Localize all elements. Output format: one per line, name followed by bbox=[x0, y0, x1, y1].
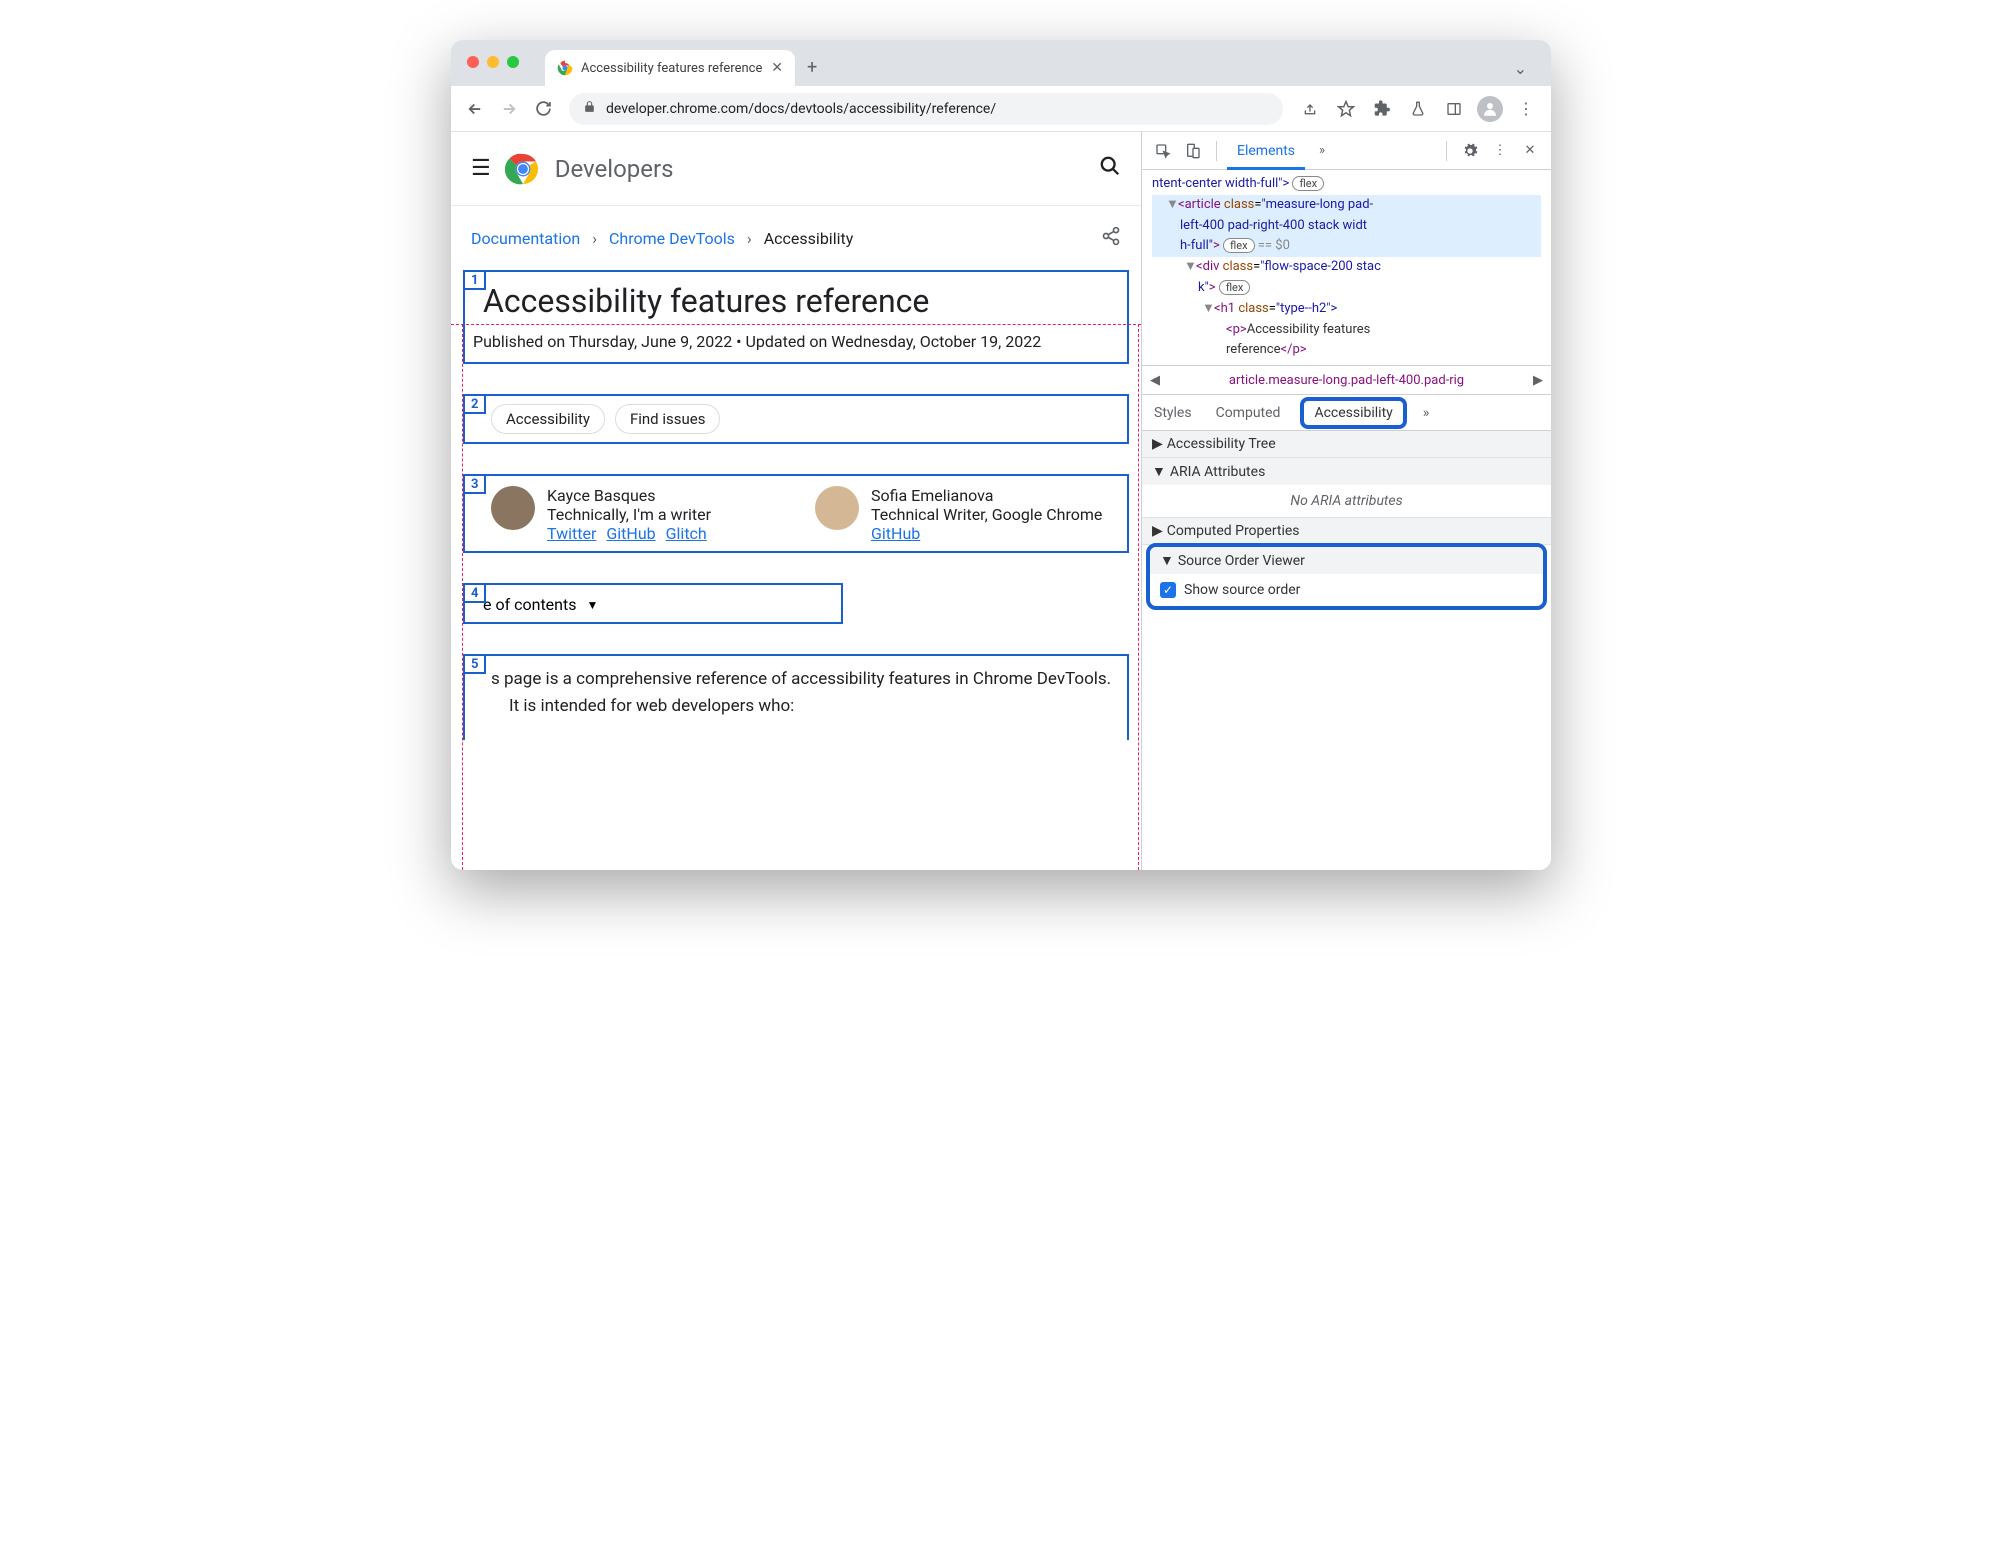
more-subtabs-icon[interactable]: » bbox=[1423, 405, 1430, 421]
source-order-viewer-highlight: ▼Source Order Viewer ✓ Show source order bbox=[1146, 543, 1547, 610]
checkbox-checked-icon[interactable]: ✓ bbox=[1160, 582, 1176, 598]
close-devtools-icon[interactable]: ✕ bbox=[1517, 138, 1543, 164]
author-role: Technically, I'm a writer bbox=[547, 505, 711, 524]
address-bar: developer.chrome.com/docs/devtools/acces… bbox=[451, 86, 1551, 132]
author-link[interactable]: GitHub bbox=[871, 524, 920, 543]
section-computed-properties[interactable]: ▶Computed Properties bbox=[1142, 518, 1551, 544]
device-mode-icon[interactable] bbox=[1180, 138, 1206, 164]
elements-subtabs: Styles Computed Accessibility » bbox=[1142, 395, 1551, 431]
author-avatar bbox=[815, 486, 859, 530]
url-text: developer.chrome.com/docs/devtools/acces… bbox=[606, 101, 996, 117]
devtools-menu-icon[interactable]: ⋮ bbox=[1487, 138, 1513, 164]
tag-chip[interactable]: Find issues bbox=[615, 404, 721, 434]
bookmark-icon[interactable] bbox=[1331, 94, 1361, 124]
show-source-order-checkbox[interactable]: ✓ Show source order bbox=[1150, 574, 1543, 606]
back-button[interactable] bbox=[461, 95, 489, 123]
section-accessibility-tree[interactable]: ▶Accessibility Tree bbox=[1142, 431, 1551, 457]
source-order-region-4[interactable]: 4 e of contents ▼ bbox=[463, 583, 843, 624]
minimize-window[interactable] bbox=[487, 56, 499, 68]
triangle-down-icon: ▼ bbox=[1152, 463, 1166, 480]
site-header: ☰ Developers bbox=[451, 132, 1141, 206]
subtab-accessibility[interactable]: Accessibility bbox=[1300, 397, 1406, 429]
reload-button[interactable] bbox=[529, 95, 557, 123]
devtools-tab-elements[interactable]: Elements bbox=[1227, 132, 1305, 170]
tabs-dropdown-icon[interactable]: ⌄ bbox=[1514, 59, 1527, 86]
tag-chip[interactable]: Accessibility bbox=[491, 404, 605, 434]
chevron-right-icon: › bbox=[592, 229, 597, 248]
new-tab-button[interactable]: + bbox=[807, 57, 817, 86]
article-paragraph: s page is a comprehensive reference of a… bbox=[491, 666, 1119, 720]
browser-menu-icon[interactable]: ⋮ bbox=[1511, 94, 1541, 124]
source-order-region-2: 2 Accessibility Find issues bbox=[463, 394, 1129, 444]
author-link[interactable]: Glitch bbox=[666, 524, 707, 543]
browser-tabbar: Accessibility features reference ✕ + ⌄ bbox=[451, 40, 1551, 86]
sidepanel-icon[interactable] bbox=[1439, 94, 1469, 124]
author-link[interactable]: Twitter bbox=[547, 524, 596, 543]
window-controls bbox=[467, 56, 519, 68]
subtab-computed[interactable]: Computed bbox=[1212, 399, 1285, 427]
chevron-left-icon[interactable]: ◀ bbox=[1150, 373, 1160, 388]
triangle-right-icon: ▶ bbox=[1152, 523, 1163, 539]
lock-icon bbox=[583, 100, 596, 117]
breadcrumb-link[interactable]: Documentation bbox=[471, 229, 580, 248]
tab-title: Accessibility features reference bbox=[581, 61, 762, 76]
dom-tree[interactable]: ntent-center width-full"> flex ▼<article… bbox=[1142, 170, 1551, 365]
author-link[interactable]: GitHub bbox=[606, 524, 655, 543]
source-order-badge: 2 bbox=[463, 394, 486, 414]
section-aria-attributes[interactable]: ▼ARIA Attributes bbox=[1142, 458, 1551, 485]
breadcrumb-link[interactable]: Chrome DevTools bbox=[609, 229, 735, 248]
subtab-styles[interactable]: Styles bbox=[1150, 399, 1196, 427]
breadcrumb-current: Accessibility bbox=[764, 229, 854, 248]
menu-icon[interactable]: ☰ bbox=[471, 156, 491, 181]
close-window[interactable] bbox=[467, 56, 479, 68]
chevron-down-icon: ▼ bbox=[587, 598, 599, 612]
page-title: Accessibility features reference bbox=[483, 282, 1119, 320]
maximize-window[interactable] bbox=[507, 56, 519, 68]
chrome-favicon bbox=[557, 60, 573, 76]
publish-date: Published on Thursday, June 9, 2022 • Up… bbox=[473, 330, 1119, 354]
inspect-icon[interactable] bbox=[1150, 138, 1176, 164]
brand-title: Developers bbox=[555, 155, 674, 183]
triangle-down-icon: ▼ bbox=[1160, 552, 1174, 569]
page-content: ☰ Developers Documentation › Chrome DevT… bbox=[451, 132, 1141, 870]
source-order-badge: 1 bbox=[463, 270, 486, 290]
share-icon[interactable] bbox=[1295, 94, 1325, 124]
forward-button[interactable] bbox=[495, 95, 523, 123]
omnibox[interactable]: developer.chrome.com/docs/devtools/acces… bbox=[569, 93, 1283, 125]
devtools-toolbar: Elements » ⋮ ✕ bbox=[1142, 132, 1551, 170]
chrome-logo-icon bbox=[505, 151, 541, 187]
author-name: Sofia Emelianova bbox=[871, 486, 1102, 505]
profile-avatar[interactable] bbox=[1475, 94, 1505, 124]
toc-label: e of contents bbox=[483, 595, 577, 614]
settings-icon[interactable] bbox=[1457, 138, 1483, 164]
chevron-right-icon: › bbox=[747, 229, 752, 248]
author-avatar bbox=[491, 486, 535, 530]
devtools-panel: Elements » ⋮ ✕ ntent-center width-full">… bbox=[1141, 132, 1551, 870]
breadcrumb: Documentation › Chrome DevTools › Access… bbox=[451, 206, 1141, 270]
source-order-region-5: 5 s page is a comprehensive reference of… bbox=[463, 654, 1129, 740]
source-order-badge: 4 bbox=[463, 583, 486, 603]
extensions-icon[interactable] bbox=[1367, 94, 1397, 124]
dom-breadcrumb[interactable]: ◀ article.measure-long.pad-left-400.pad-… bbox=[1142, 365, 1551, 395]
aria-empty-text: No ARIA attributes bbox=[1142, 485, 1551, 517]
chevron-right-icon[interactable]: ▶ bbox=[1533, 373, 1543, 388]
browser-tab[interactable]: Accessibility features reference ✕ bbox=[545, 50, 795, 86]
share-page-icon[interactable] bbox=[1101, 226, 1121, 250]
labs-icon[interactable] bbox=[1403, 94, 1433, 124]
source-order-region-3: 3 Kayce Basques Technically, I'm a write… bbox=[463, 474, 1129, 553]
source-order-region-1: 1 Accessibility features reference Publi… bbox=[463, 270, 1129, 364]
search-icon[interactable] bbox=[1099, 155, 1121, 183]
author-name: Kayce Basques bbox=[547, 486, 711, 505]
source-order-badge: 5 bbox=[463, 654, 486, 674]
more-tabs-icon[interactable]: » bbox=[1309, 138, 1335, 164]
author-role: Technical Writer, Google Chrome bbox=[871, 505, 1102, 524]
tab-close-icon[interactable]: ✕ bbox=[771, 60, 783, 76]
triangle-right-icon: ▶ bbox=[1152, 436, 1163, 452]
source-order-badge: 3 bbox=[463, 474, 486, 494]
section-source-order-viewer[interactable]: ▼Source Order Viewer bbox=[1150, 547, 1543, 574]
